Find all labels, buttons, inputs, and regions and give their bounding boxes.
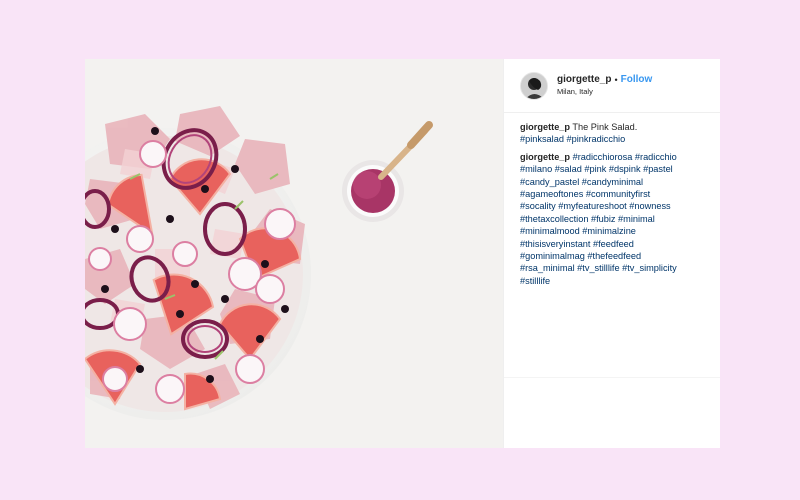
comment-tags-line[interactable]: #candy_pastel #candyminimal <box>520 176 720 188</box>
instagram-post: giorgette_p • Follow Milan, Italy giorge… <box>85 59 720 448</box>
header-username[interactable]: giorgette_p <box>557 75 611 85</box>
avatar-image <box>521 72 547 99</box>
comment-tags-line[interactable]: #radicchiorosa #radicchio <box>573 152 677 162</box>
comment-tags-line[interactable]: #milano #salad #pink #dspink #pastel <box>520 163 720 175</box>
caption-comment: giorgette_p The Pink Salad. #pinksalad #… <box>520 121 720 146</box>
comment-author[interactable]: giorgette_p <box>520 152 570 162</box>
salad-photo-illustration <box>85 59 503 448</box>
comment-tags-line[interactable]: #thisisveryinstant #feedfeed <box>520 238 720 250</box>
comment-tags-line[interactable]: #minimalmood #minimalzine <box>520 225 720 237</box>
comment-tags-line[interactable]: #rsa_minimal #tv_stilllife #tv_simplicit… <box>520 262 720 274</box>
caption-text: The Pink Salad. <box>572 122 638 132</box>
follow-button[interactable]: Follow <box>621 75 653 85</box>
comments-list: giorgette_p The Pink Salad. #pinksalad #… <box>504 113 720 287</box>
post-photo[interactable] <box>85 59 503 448</box>
post-header: giorgette_p • Follow Milan, Italy <box>504 59 720 113</box>
post-sidebar: giorgette_p • Follow Milan, Italy giorge… <box>503 59 720 448</box>
comment-tags-line[interactable]: #thetaxcollection #fubiz #minimal <box>520 213 720 225</box>
comment-tags-line[interactable]: #socality #myfeatureshoot #nowness <box>520 200 720 212</box>
comment-tags-line[interactable]: #gominimalmag #thefeedfeed <box>520 250 720 262</box>
caption-author[interactable]: giorgette_p <box>520 122 570 132</box>
separator-dot: • <box>614 74 618 85</box>
caption-tags[interactable]: #pinksalad #pinkradicchio <box>520 133 720 145</box>
divider <box>504 377 720 378</box>
avatar[interactable] <box>520 71 548 100</box>
location-link[interactable]: Milan, Italy <box>557 88 652 96</box>
hashtag-comment: giorgette_p #radicchiorosa #radicchio #m… <box>520 151 720 287</box>
comment-tags-line[interactable]: #stilllife <box>520 275 720 287</box>
comment-tags-line[interactable]: #agameoftones #communityfirst <box>520 188 720 200</box>
